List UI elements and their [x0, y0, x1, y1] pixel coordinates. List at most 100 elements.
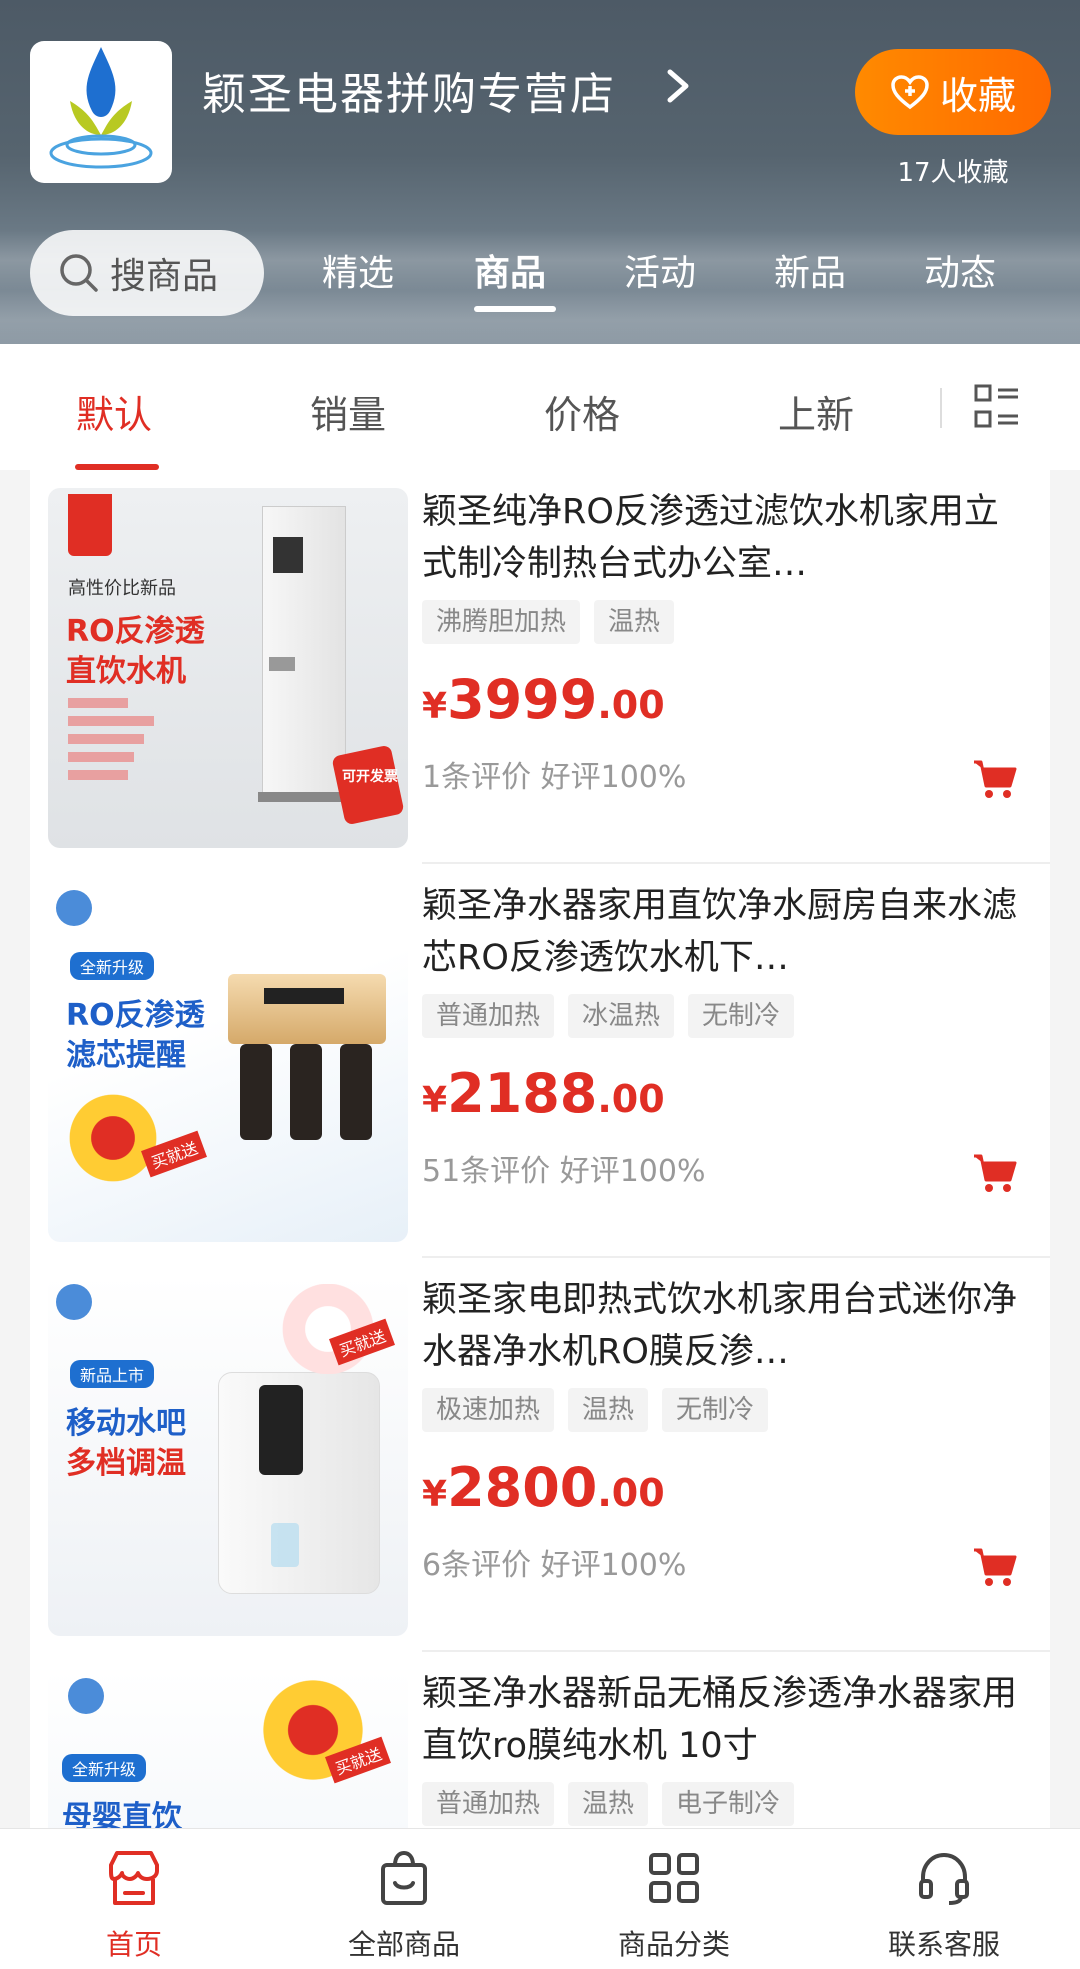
sort-price[interactable]: 价格 [544, 384, 620, 439]
thumb-text: 移动水吧 [66, 1406, 186, 1441]
product-tag: 电子制冷 [662, 1782, 795, 1826]
price-integer: 2800 [447, 1456, 598, 1519]
product-title[interactable]: 颖圣纯净RO反渗透过滤饮水机家用立式制冷制热台式办公室… [422, 486, 1018, 590]
dispenser-body [262, 506, 346, 794]
favorite-count: 17人收藏 [897, 158, 1009, 188]
favorite-label: 收藏 [939, 73, 1016, 118]
tab-products[interactable]: 商品 [474, 244, 546, 296]
nav-label: 全部商品 [347, 1928, 460, 1961]
price-integer: 2188 [447, 1062, 598, 1125]
product-card[interactable]: 高性价比新品 RO反渗透 直饮水机 可开发票 颖圣纯净RO反渗透过滤饮水机家用立… [30, 470, 1050, 864]
product-tag: 冰温热 [568, 994, 675, 1038]
product-tag: 沸腾胆加热 [422, 600, 581, 644]
sort-bar: 默认 销量 价格 上新 [0, 344, 1080, 470]
product-reviews: 6条评价 好评100% [422, 1548, 687, 1583]
brand-logo [68, 1678, 104, 1714]
nav-categories[interactable]: 商品分类 [574, 1847, 774, 1963]
shop-name[interactable]: 颖圣电器拼购专营店 [202, 58, 616, 122]
thumb-text: 滤芯提醒 [66, 1038, 186, 1073]
thumb-text: 新品上市 [70, 1360, 155, 1388]
product-image[interactable]: 新品上市 移动水吧 多档调温 买就送 [48, 1276, 408, 1636]
search-icon [60, 254, 98, 292]
price-decimal: .00 [597, 1471, 665, 1515]
product-price: ¥2188.00 [422, 1062, 665, 1125]
nav-customer-service[interactable]: 联系客服 [844, 1847, 1044, 1963]
product-price: ¥3999.00 [422, 668, 665, 731]
bottom-nav: 首页 全部商品 商品分类 联系客服 [0, 1828, 1080, 1969]
feature-list [68, 698, 158, 780]
product-tag: 温热 [594, 600, 675, 644]
chevron-right-icon[interactable] [658, 66, 698, 106]
tab-new[interactable]: 新品 [774, 244, 846, 296]
product-tag: 普通加热 [422, 1782, 555, 1826]
price-currency: ¥ [422, 686, 448, 727]
sort-divider [940, 388, 942, 428]
product-price: ¥2800.00 [422, 1456, 665, 1519]
thumb-text: 多档调温 [66, 1446, 186, 1481]
dispenser-body [218, 1372, 380, 1594]
list-layout-icon[interactable] [972, 382, 1022, 432]
product-tags: 普通加热 温热 电子制冷 [422, 1782, 795, 1826]
sort-newest[interactable]: 上新 [778, 384, 854, 439]
product-image[interactable]: 全新升级 母婴直饮 买就送 [48, 1670, 408, 1828]
price-decimal: .00 [597, 683, 665, 727]
product-tag: 无制冷 [662, 1388, 769, 1432]
product-tags: 沸腾胆加热 温热 [422, 600, 675, 644]
product-image[interactable]: 高性价比新品 RO反渗透 直饮水机 可开发票 [48, 488, 408, 848]
nav-label: 联系客服 [887, 1928, 1000, 1961]
price-integer: 3999 [447, 668, 598, 731]
product-reviews: 51条评价 好评100% [422, 1154, 706, 1189]
cart-icon[interactable] [972, 1546, 1018, 1588]
product-tag: 温热 [568, 1782, 649, 1826]
headset-icon [919, 1852, 969, 1905]
cart-icon[interactable] [972, 1152, 1018, 1194]
thumb-text: 母婴直饮 [62, 1800, 182, 1828]
category-grid-icon [649, 1853, 699, 1903]
tab-updates[interactable]: 动态 [924, 244, 996, 296]
product-title[interactable]: 颖圣净水器新品无桶反渗透净水器家用直饮ro膜纯水机 10寸 [422, 1668, 1018, 1772]
product-tag: 极速加热 [422, 1388, 555, 1432]
thumb-text: RO反渗透 [66, 614, 205, 649]
product-tag: 温热 [568, 1388, 649, 1432]
water-drop-logo-icon [49, 47, 153, 169]
thumb-text: RO反渗透 [66, 998, 205, 1033]
product-tags: 极速加热 温热 无制冷 [422, 1388, 769, 1432]
tab-featured[interactable]: 精选 [322, 244, 394, 296]
product-card[interactable]: 全新升级 RO反渗透 滤芯提醒 买就送 颖圣净水器家用直饮净水厨房自来水滤芯RO… [30, 864, 1050, 1258]
thumb-badge-text: 可开发票 [342, 769, 398, 785]
sort-sales[interactable]: 销量 [310, 384, 386, 439]
nav-all-products[interactable]: 全部商品 [304, 1847, 504, 1963]
search-placeholder: 搜商品 [110, 256, 219, 297]
active-tab-indicator [474, 306, 556, 312]
product-list: 高性价比新品 RO反渗透 直饮水机 可开发票 颖圣纯净RO反渗透过滤饮水机家用立… [30, 470, 1050, 1828]
product-card[interactable]: 新品上市 移动水吧 多档调温 买就送 颖圣家电即热式饮水机家用台式迷你净水器净水… [30, 1258, 1050, 1652]
shopping-bag-icon [381, 1850, 427, 1905]
search-box[interactable]: 搜商品 [30, 230, 264, 316]
purifier-top [228, 974, 386, 1044]
nav-label: 商品分类 [617, 1928, 730, 1961]
price-decimal: .00 [597, 1077, 665, 1121]
shop-logo[interactable] [30, 41, 172, 183]
nav-home[interactable]: 首页 [34, 1847, 234, 1963]
product-tag: 无制冷 [688, 994, 795, 1038]
product-tags: 普通加热 冰温热 无制冷 [422, 994, 795, 1038]
product-tag: 普通加热 [422, 994, 555, 1038]
brand-logo [56, 890, 92, 926]
tab-activities[interactable]: 活动 [624, 244, 696, 296]
product-card[interactable]: 全新升级 母婴直饮 买就送 颖圣净水器新品无桶反渗透净水器家用直饮ro膜纯水机 … [30, 1652, 1050, 1828]
product-image[interactable]: 全新升级 RO反渗透 滤芯提醒 买就送 [48, 882, 408, 1242]
price-currency: ¥ [422, 1474, 448, 1515]
product-title[interactable]: 颖圣净水器家用直饮净水厨房自来水滤芯RO反渗透饮水机下… [422, 880, 1018, 984]
favorite-button[interactable]: 收藏 [855, 49, 1051, 135]
nav-label: 首页 [105, 1928, 162, 1961]
thumb-text: 全新升级 [62, 1754, 147, 1782]
product-title[interactable]: 颖圣家电即热式饮水机家用台式迷你净水器净水机RO膜反渗… [422, 1274, 1018, 1378]
thumb-text: 直饮水机 [66, 654, 186, 689]
brand-logo [56, 1284, 92, 1320]
shop-header: 颖圣电器拼购专营店 收藏 17人收藏 搜商品 精选 商品 活动 新品 动态 [0, 0, 1080, 344]
cart-icon[interactable] [972, 758, 1018, 800]
heart-plus-icon [891, 75, 929, 110]
sort-default[interactable]: 默认 [76, 384, 152, 439]
thumb-text: 全新升级 [70, 952, 155, 980]
price-currency: ¥ [422, 1080, 448, 1121]
